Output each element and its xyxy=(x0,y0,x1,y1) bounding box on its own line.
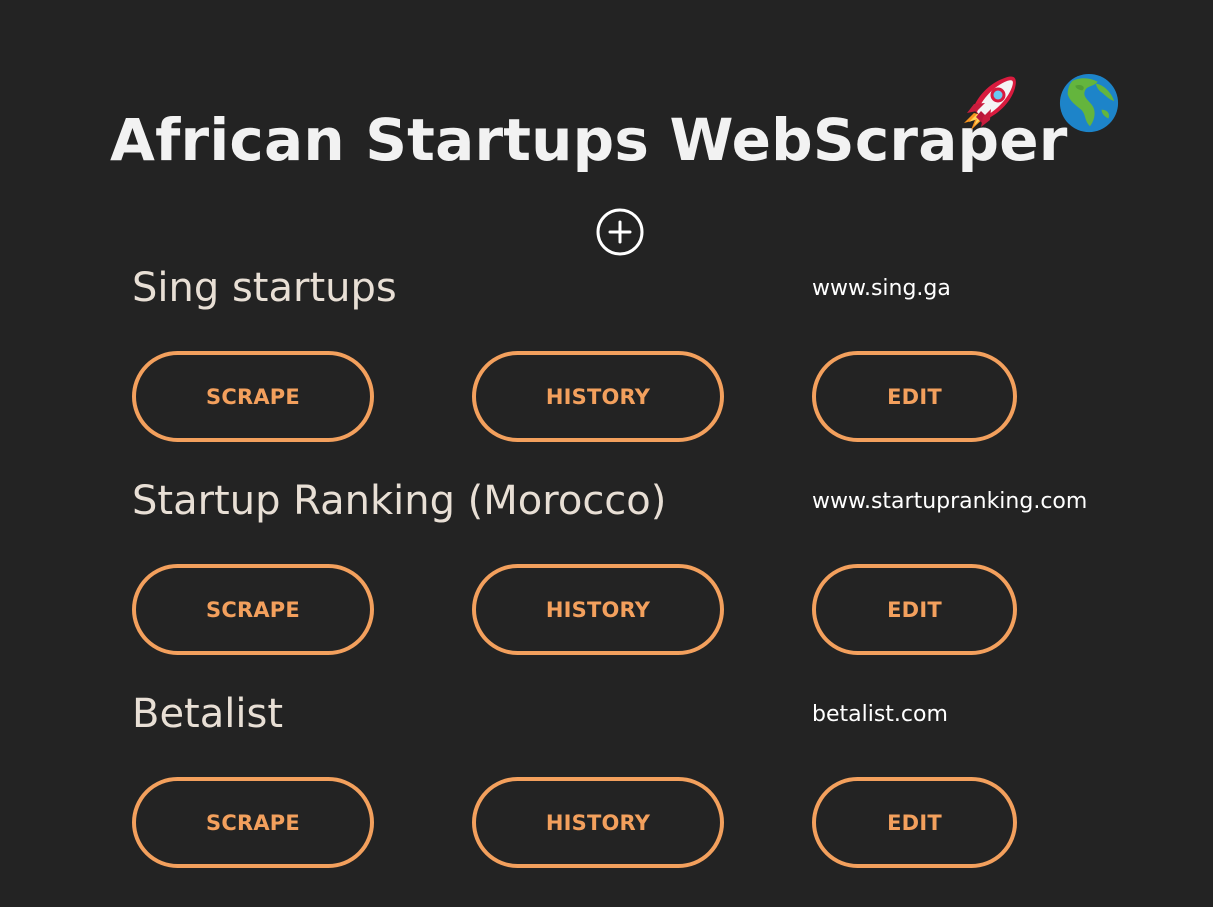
site-name: Startup Ranking (Morocco) xyxy=(132,478,667,524)
site-name: Sing startups xyxy=(132,265,397,311)
site-name: Betalist xyxy=(132,691,283,737)
scrape-button[interactable]: SCRAPE xyxy=(132,564,374,655)
edit-button[interactable]: EDIT xyxy=(812,564,1017,655)
scrape-button[interactable]: SCRAPE xyxy=(132,777,374,868)
site-list: Sing startups www.sing.ga SCRAPE HISTORY… xyxy=(0,0,1213,907)
site-url-link[interactable]: betalist.com xyxy=(812,700,948,730)
history-button[interactable]: HISTORY xyxy=(472,777,724,868)
edit-button[interactable]: EDIT xyxy=(812,351,1017,442)
app-page: African Startups WebScraper Sing startup… xyxy=(0,0,1213,907)
site-card-betalist: Betalist betalist.com SCRAPE HISTORY EDI… xyxy=(0,685,1213,898)
history-button[interactable]: HISTORY xyxy=(472,351,724,442)
edit-button[interactable]: EDIT xyxy=(812,777,1017,868)
site-card-startup-ranking-morocco: Startup Ranking (Morocco) www.startupran… xyxy=(0,472,1213,685)
history-button[interactable]: HISTORY xyxy=(472,564,724,655)
site-url-link[interactable]: www.sing.ga xyxy=(812,274,951,304)
site-card-sing-startups: Sing startups www.sing.ga SCRAPE HISTORY… xyxy=(0,259,1213,472)
site-url-link[interactable]: www.startupranking.com xyxy=(812,487,1087,517)
scrape-button[interactable]: SCRAPE xyxy=(132,351,374,442)
